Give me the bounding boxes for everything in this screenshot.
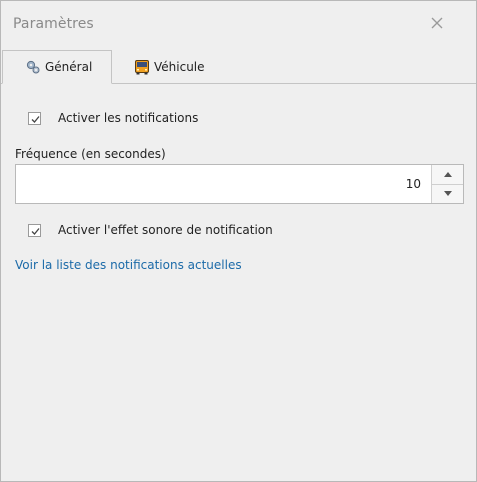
tab-vehicle[interactable]: Véhicule xyxy=(134,50,205,84)
sound-checkbox[interactable] xyxy=(28,223,41,237)
frequency-label: Fréquence (en secondes) xyxy=(15,147,166,161)
caret-down-icon xyxy=(443,191,452,197)
frequency-spinner xyxy=(15,164,464,204)
gears-icon xyxy=(25,59,41,75)
spin-down-button[interactable] xyxy=(432,184,463,203)
tab-general[interactable]: Général xyxy=(2,50,112,84)
frequency-input[interactable] xyxy=(16,165,431,203)
close-icon[interactable] xyxy=(428,14,446,32)
notifications-list-link[interactable]: Voir la liste des notifications actuelle… xyxy=(15,258,242,272)
sound-checkbox-label: Activer l'effet sonore de notification xyxy=(58,223,273,237)
notifications-checkbox-label: Activer les notifications xyxy=(58,111,199,125)
tab-strip: Général Véhicule xyxy=(1,50,476,84)
tab-general-label: Général xyxy=(45,60,93,74)
bus-icon xyxy=(134,59,150,75)
spinner-buttons xyxy=(431,165,463,203)
settings-window: Paramètres Général Véhicule Activer les … xyxy=(0,0,477,482)
title-bar: Paramètres xyxy=(1,1,476,45)
tab-vehicle-label: Véhicule xyxy=(154,60,205,74)
notifications-checkbox-row[interactable]: Activer les notifications xyxy=(28,111,198,125)
notifications-checkbox[interactable] xyxy=(28,111,41,125)
caret-up-icon xyxy=(443,171,452,177)
window-title: Paramètres xyxy=(13,16,94,32)
sound-checkbox-row[interactable]: Activer l'effet sonore de notification xyxy=(28,223,273,237)
spin-up-button[interactable] xyxy=(432,165,463,185)
